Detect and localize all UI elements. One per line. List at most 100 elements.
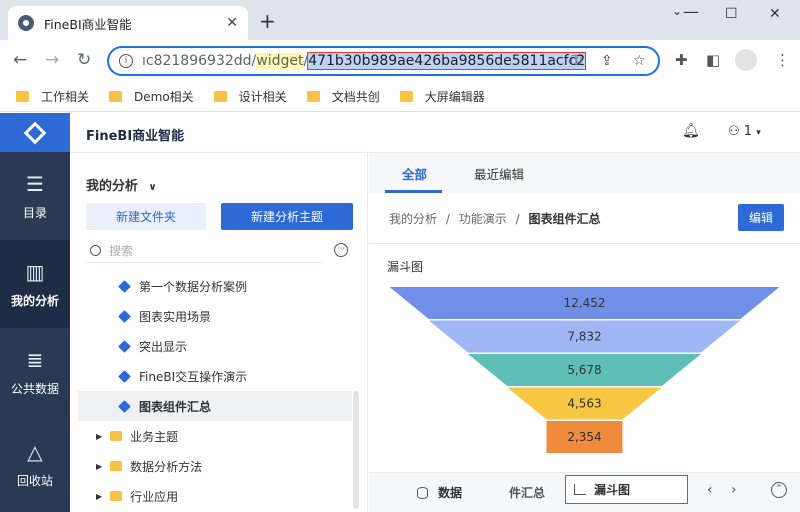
component-tab[interactable]: 件汇总 (509, 484, 545, 501)
tab-all[interactable]: 全部 (402, 164, 427, 183)
component-tab-label: 件汇总 (509, 486, 546, 500)
prev-tab-icon[interactable]: ‹ (707, 482, 713, 498)
folder-icon (399, 91, 413, 102)
bookmark-screen-editor[interactable]: 大屏编辑器 (399, 88, 485, 105)
url-text[interactable]: ıc821896932dd/widget/471b30b989ae426ba98… (142, 52, 587, 70)
chart-icon (574, 484, 586, 495)
minimize-icon[interactable]: — (683, 2, 699, 21)
sidebar-scrollbar[interactable] (353, 391, 359, 509)
sidebar-title[interactable]: 我的分析 ∨ (86, 175, 157, 194)
extensions-icon[interactable]: ✚ (675, 51, 688, 69)
data-tab[interactable]: 数据 (417, 484, 462, 501)
sidebar-title-text: 我的分析 (86, 179, 139, 194)
tree-item-selected[interactable]: 图表组件汇总 (78, 391, 352, 421)
browser-tab[interactable]: FineBI商业智能 ✕ (8, 6, 248, 40)
funnel-value-label: 12,452 (564, 296, 606, 310)
address-bar[interactable]: i ıc821896932dd/widget/471b30b989ae426ba… (107, 46, 660, 76)
folder-icon (306, 91, 320, 102)
nav-my-analysis[interactable]: ▥ 我的分析 (0, 240, 70, 328)
tree-item[interactable]: 突出显示 (78, 331, 352, 361)
bookmark-label: 工作相关 (41, 90, 90, 104)
key-icon[interactable]: ⚿ (571, 53, 582, 69)
tree-group[interactable]: ▶ 数据分析方法 (78, 451, 352, 481)
caret-right-icon[interactable]: ▶ (96, 462, 102, 471)
browser-toolbar: ← → ↻ i ıc821896932dd/widget/471b30b989a… (0, 40, 800, 82)
tree-item-label: 突出显示 (139, 339, 188, 354)
nav-recycle[interactable]: △ 回收站 (0, 416, 70, 512)
tree-item[interactable]: 第一个数据分析案例 (78, 271, 352, 301)
folder-icon (109, 91, 123, 102)
new-tab-icon[interactable]: + (259, 11, 276, 31)
data-tab-label: 数据 (438, 486, 463, 500)
browser-tab-title: FineBI商业智能 (44, 16, 132, 32)
bookmark-label: Demo相关 (134, 90, 194, 104)
bookmark-docs[interactable]: 文档共创 (306, 88, 380, 105)
tree-group[interactable]: ▶ 行业应用 (78, 481, 352, 511)
tree-item[interactable]: 图表实用场景 (78, 301, 352, 331)
breadcrumb-item[interactable]: 功能演示 (459, 212, 507, 226)
bookmark-design[interactable]: 设计相关 (213, 88, 287, 105)
url-prefix: ıc821896932dd/ (142, 53, 257, 69)
finebi-logo[interactable] (0, 113, 70, 152)
url-highlight: widget (256, 53, 304, 69)
topic-icon (118, 369, 131, 383)
profile-avatar[interactable] (735, 49, 757, 71)
funnel-tab-active[interactable]: 漏斗图 (565, 475, 688, 504)
nav-label: 目录 (22, 205, 47, 220)
funnel-value-label: 2,354 (567, 430, 601, 444)
user-icon: ⚇ (728, 124, 740, 139)
content-tabs: 全部 最近编辑 (369, 153, 800, 193)
collapse-up-icon[interactable]: ⌃ (771, 482, 787, 498)
bookmark-work[interactable]: 工作相关 (16, 88, 89, 105)
window-close-icon[interactable]: ✕ (769, 6, 781, 22)
forward-icon[interactable]: → (45, 50, 59, 70)
reload-icon[interactable]: ↻ (77, 50, 91, 70)
new-topic-button[interactable]: 新建分析主题 (221, 203, 353, 230)
bookmark-label: 设计相关 (238, 90, 287, 104)
tree-item-label: 图表实用场景 (139, 309, 212, 324)
user-menu[interactable]: ⚇ 1 ▾ (728, 124, 761, 139)
recycle-icon: △ (27, 439, 43, 464)
url-selected-id: 471b30b989ae426ba9856de5811acfc2 (307, 52, 587, 70)
tree-item[interactable]: FineBI交互操作演示 (78, 361, 352, 391)
folder-icon (110, 461, 123, 471)
maximize-icon[interactable]: ☐ (725, 6, 738, 22)
search-field[interactable]: 搜索 (86, 239, 322, 263)
folder-icon (110, 431, 123, 441)
caret-right-icon[interactable]: ▶ (96, 432, 102, 441)
tab-search-chevron-icon[interactable]: ⌄ (672, 4, 682, 18)
breadcrumb-separator: / (515, 212, 520, 226)
funnel-chart: 12,452 7,832 5,678 4,563 2,354 (389, 287, 780, 453)
tab-recent[interactable]: 最近编辑 (474, 164, 524, 183)
share-icon[interactable]: ⇪ (601, 53, 613, 69)
analysis-sidebar: 我的分析 ∨ 新建文件夹 新建分析主题 搜索 ··· 第一个数据分析案例 图表实… (70, 153, 368, 512)
edit-button[interactable]: 编辑 (738, 204, 784, 231)
browser-menu-icon[interactable]: ⋮ (775, 51, 790, 69)
bell-icon[interactable]: 🔔︎ (682, 123, 700, 139)
tree-group[interactable]: ▶ 业务主题 (78, 421, 352, 451)
folder-icon (213, 91, 227, 102)
bookmark-label: 文档共创 (331, 90, 380, 104)
new-folder-button[interactable]: 新建文件夹 (86, 203, 206, 230)
topic-icon (118, 399, 131, 413)
active-tab-indicator (385, 190, 442, 193)
bookmark-star-icon[interactable]: ☆ (633, 53, 646, 69)
analysis-icon: ▥ (25, 259, 45, 284)
breadcrumb-item[interactable]: 我的分析 (389, 212, 437, 226)
nav-label: 回收站 (16, 473, 53, 488)
back-icon[interactable]: ← (13, 50, 27, 70)
side-panel-icon[interactable]: ◧ (706, 51, 720, 69)
next-tab-icon[interactable]: › (731, 482, 737, 498)
catalog-icon: ☰ (26, 171, 44, 196)
topic-icon (118, 279, 131, 293)
site-info-icon[interactable]: i (119, 54, 133, 68)
analysis-tree: 第一个数据分析案例 图表实用场景 突出显示 FineBI交互操作演示 图表组件汇… (78, 271, 352, 511)
more-options-icon[interactable]: ··· (334, 243, 348, 257)
tab-close-icon[interactable]: ✕ (226, 15, 238, 31)
nav-public-data[interactable]: ≣ 公共数据 (0, 328, 70, 416)
caret-right-icon[interactable]: ▶ (96, 492, 102, 501)
database-icon (417, 486, 428, 499)
nav-catalog[interactable]: ☰ 目录 (0, 152, 70, 240)
bookmark-demo[interactable]: Demo相关 (109, 88, 194, 105)
topic-icon (118, 309, 131, 323)
